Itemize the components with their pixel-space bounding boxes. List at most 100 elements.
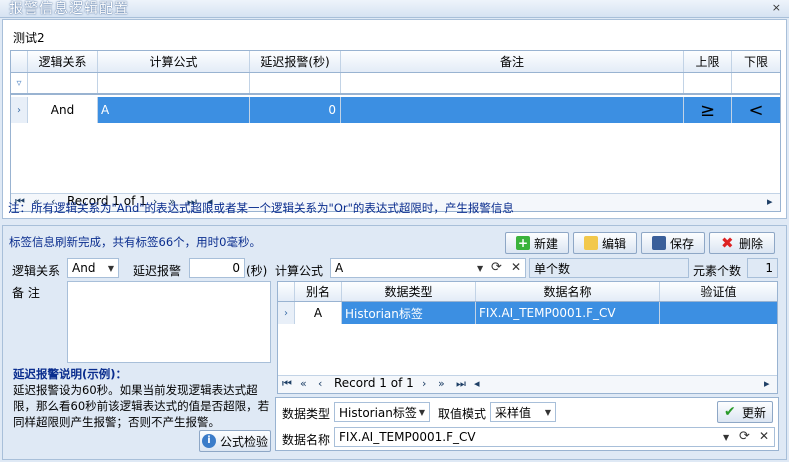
clear-icon[interactable]: ✕ [759, 429, 769, 443]
cell-verify[interactable] [660, 302, 777, 324]
status-text: 标签信息刷新完成，共有标签66个，用时0毫秒。 [9, 235, 261, 249]
col-verify[interactable]: 验证值 [660, 282, 777, 301]
new-button[interactable]: + 新建 [505, 232, 569, 254]
refresh-icon[interactable]: ⟳ [739, 429, 750, 444]
formula-input[interactable]: A ▼ ⟳ ✕ [330, 258, 526, 278]
delay-unit: (秒) [246, 264, 268, 278]
grid-header: 逻辑关系 计算公式 延迟报警(秒) 备注 上限 下限 [11, 51, 780, 73]
filter-cell[interactable] [341, 73, 684, 93]
formula-type: 单个数 [529, 258, 689, 278]
chevron-down-icon: ▼ [107, 263, 114, 273]
config-caption: 测试2 [13, 31, 45, 45]
new-label: 新建 [533, 236, 558, 251]
count-label: 元素个数 [693, 264, 742, 278]
record-indicator: Record 1 of 1 [334, 376, 414, 390]
title-bar: 报警信息逻辑配置 × [0, 0, 789, 18]
row-indicator-icon: › [278, 302, 295, 324]
cell-upper[interactable]: ≥ [684, 97, 732, 123]
next-page-icon[interactable]: » [438, 377, 445, 390]
help-body: 延迟报警设为60秒。如果当前发现逻辑表达式超限，那么看60秒前该逻辑表达式的值是… [13, 383, 270, 429]
formula-label: 计算公式 [275, 264, 324, 278]
mode-select[interactable]: 采样值 ▼ [490, 402, 556, 422]
grid2-navigator: ⏮ « ‹ Record 1 of 1 › » ⏭ ◂ ▸ [278, 375, 777, 393]
chevron-down-icon[interactable]: ▼ [723, 433, 729, 442]
chevron-down-icon[interactable]: ▼ [477, 264, 483, 273]
formula-check-button[interactable]: i 公式检验 [199, 430, 271, 452]
delete-label: 删除 [738, 236, 763, 251]
prev-page-icon[interactable]: « [300, 377, 307, 390]
scroll-right-icon[interactable]: ▸ [767, 195, 773, 208]
dname-input[interactable]: FIX.AI_TEMP0001.F_CV ▼ ⟳ ✕ [334, 427, 775, 447]
row-indicator-header [11, 51, 28, 72]
scroll-left-icon[interactable]: ◂ [474, 377, 480, 390]
cell-formula[interactable]: A [98, 97, 250, 123]
cell-alias[interactable]: A [295, 302, 342, 324]
col-upper[interactable]: 上限 [684, 51, 732, 72]
info-icon: i [201, 434, 216, 448]
col-datatype[interactable]: 数据类型 [342, 282, 476, 301]
logic-select[interactable]: And ▼ [67, 258, 119, 278]
filter-icon[interactable]: ▿ [11, 73, 28, 93]
col-formula[interactable]: 计算公式 [98, 51, 250, 72]
delay-help: 延迟报警说明(示例)： 延迟报警设为60秒。如果当前发现逻辑表达式超限，那么看6… [13, 366, 271, 430]
cell-datatype[interactable]: Historian标签 [342, 302, 476, 324]
filter-cell[interactable] [732, 73, 780, 93]
cell-dataname[interactable]: FIX.AI_TEMP0001.F_CV [476, 302, 660, 324]
scroll-right-icon[interactable]: ▸ [764, 377, 770, 390]
col-remark[interactable]: 备注 [341, 51, 684, 72]
rules-grid: 逻辑关系 计算公式 延迟报警(秒) 备注 上限 下限 ▿ › And A 0 ≥… [10, 50, 781, 212]
cell-delay[interactable]: 0 [250, 97, 341, 123]
chevron-down-icon: ▼ [544, 407, 551, 417]
save-button[interactable]: 保存 [641, 232, 705, 254]
filter-cell[interactable] [684, 73, 732, 93]
cell-remark[interactable] [341, 97, 684, 123]
last-record-icon[interactable]: ⏭ [456, 377, 466, 391]
update-label: 更新 [741, 405, 766, 420]
dname-value: FIX.AI_TEMP0001.F_CV [339, 430, 476, 444]
mode-value: 采样值 [495, 405, 532, 420]
delay-input[interactable]: 0 [189, 258, 245, 278]
window-title: 报警信息逻辑配置 [9, 1, 129, 17]
dname-label: 数据名称 [282, 433, 331, 447]
next-record-icon[interactable]: › [422, 377, 426, 390]
filter-cell[interactable] [28, 73, 98, 93]
filter-cell[interactable] [250, 73, 341, 93]
delete-x-icon: ✖ [720, 234, 734, 252]
cell-logic[interactable]: And [28, 97, 98, 123]
filter-cell[interactable] [98, 73, 250, 93]
data-source-box: 数据类型 Historian标签 ▼ 取值模式 采样值 ▼ ✔ 更新 数据名称 FIX… [275, 397, 779, 451]
formula-value: A [335, 261, 344, 275]
col-dataname[interactable]: 数据名称 [476, 282, 660, 301]
clear-icon[interactable]: ✕ [511, 260, 521, 274]
col-delay[interactable]: 延迟报警(秒) [250, 51, 341, 72]
col-lower[interactable]: 下限 [732, 51, 780, 72]
update-button[interactable]: ✔ 更新 [717, 401, 773, 423]
row-indicator-icon: › [11, 97, 28, 123]
dtype-label: 数据类型 [282, 407, 331, 421]
logic-value: And [72, 261, 96, 275]
prev-record-icon[interactable]: ‹ [318, 377, 322, 390]
remark-textarea[interactable] [67, 281, 271, 363]
variables-grid: 别名 数据类型 数据名称 验证值 › A Historian标签 FIX.AI_… [277, 281, 778, 394]
help-title: 延迟报警说明(示例)： [13, 367, 128, 381]
table-row[interactable]: › And A 0 ≥ < [11, 97, 780, 123]
mode-label: 取值模式 [438, 407, 487, 421]
col-logic[interactable]: 逻辑关系 [28, 51, 98, 72]
edit-button[interactable]: 编辑 [573, 232, 637, 254]
check-label: 公式检验 [219, 434, 268, 449]
save-label: 保存 [669, 236, 694, 251]
refresh-icon[interactable]: ⟳ [491, 260, 502, 275]
dtype-select[interactable]: Historian标签 ▼ [334, 402, 430, 422]
table-row[interactable]: › A Historian标签 FIX.AI_TEMP0001.F_CV [278, 302, 777, 324]
col-alias[interactable]: 别名 [295, 282, 342, 301]
edit-panel: 标签信息刷新完成，共有标签66个，用时0毫秒。 + 新建 编辑 保存 ✖ 删除 逻辑… [2, 225, 787, 460]
delete-button[interactable]: ✖ 删除 [709, 232, 775, 254]
check-icon: ✔ [723, 404, 736, 420]
top-panel: 测试2 逻辑关系 计算公式 延迟报警(秒) 备注 上限 下限 ▿ › And A… [2, 19, 787, 219]
pencil-icon [583, 236, 598, 250]
filter-row: ▿ [11, 73, 780, 95]
close-icon[interactable]: × [772, 1, 781, 14]
first-record-icon[interactable]: ⏮ [282, 377, 292, 391]
logic-label: 逻辑关系 [12, 264, 61, 278]
cell-lower[interactable]: < [732, 97, 780, 123]
